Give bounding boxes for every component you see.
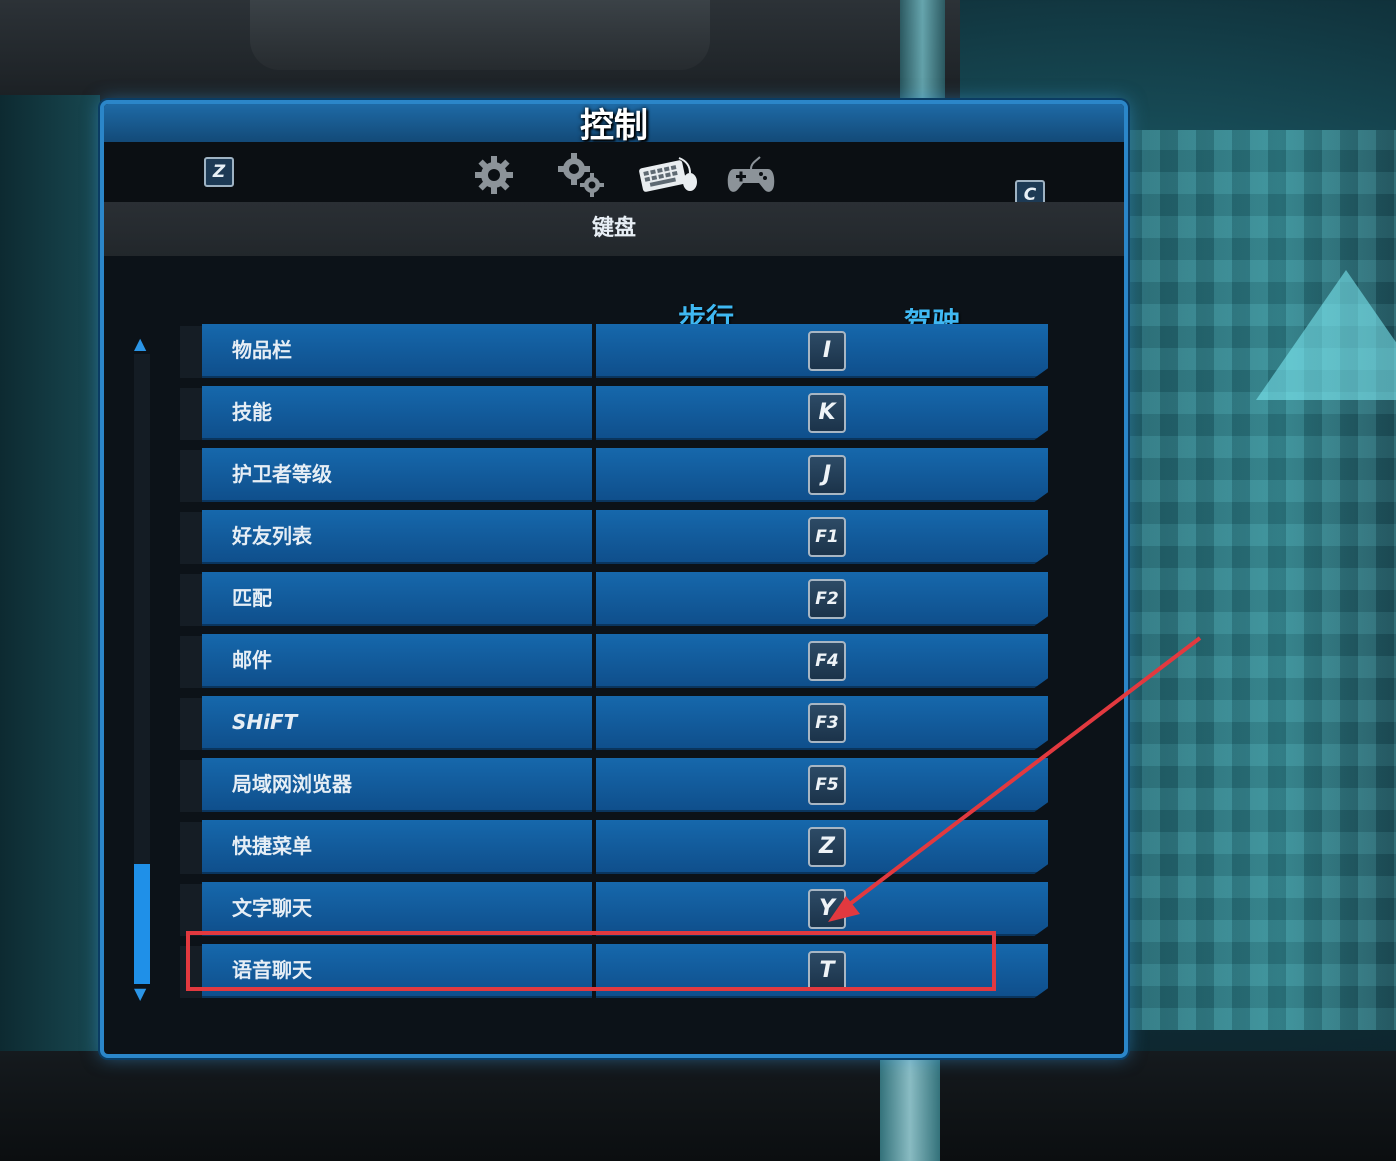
annotation-arrow-icon xyxy=(828,636,1202,922)
